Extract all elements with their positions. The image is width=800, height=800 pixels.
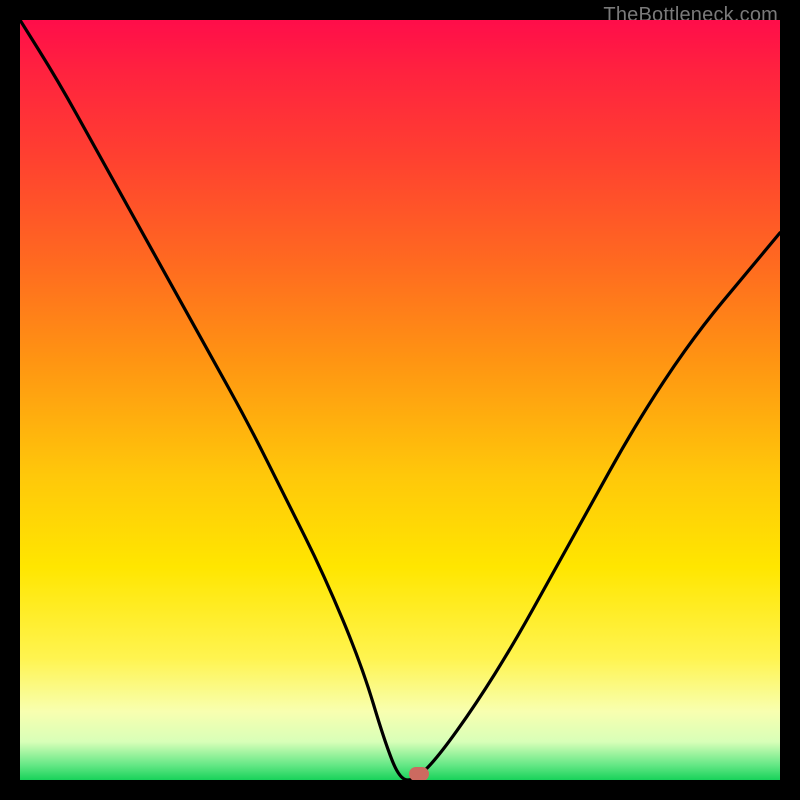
curve-path <box>20 20 780 780</box>
bottleneck-curve <box>20 20 780 780</box>
optimal-marker <box>409 767 429 780</box>
plot-area <box>20 20 780 780</box>
chart-frame: TheBottleneck.com <box>0 0 800 800</box>
